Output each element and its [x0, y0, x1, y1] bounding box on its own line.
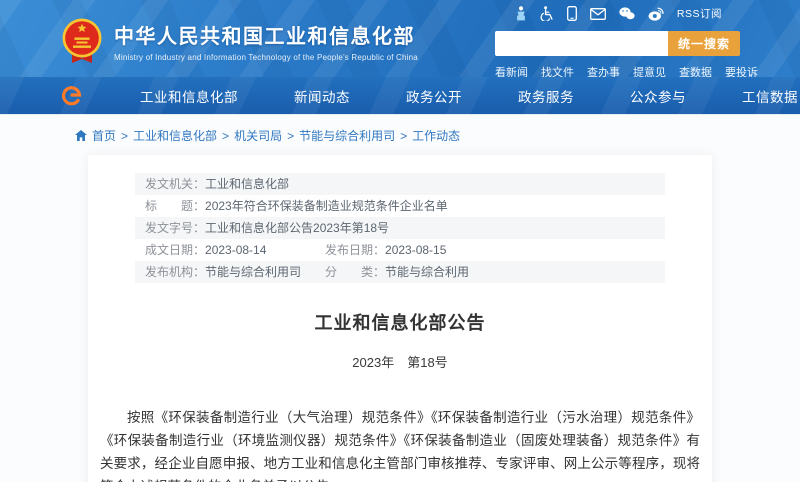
nav-items: 工业和信息化部 新闻动态 政务公开 政务服务 公众参与 工信数据 专题专栏: [112, 86, 800, 106]
meta-value: 工业和信息化部: [205, 173, 289, 195]
breadcrumb-work-updates[interactable]: 工作动态: [412, 127, 460, 144]
meta-value: 2023-08-15: [385, 239, 446, 261]
meta-label: 分 类：: [325, 261, 385, 283]
page: RSS订阅 中华人民共和国工业和信息化部 Ministry of Industr…: [0, 0, 800, 482]
search-button[interactable]: 统一搜索: [668, 31, 740, 56]
breadcrumb-miit[interactable]: 工业和信息化部: [133, 127, 217, 144]
main-content: 首页 > 工业和信息化部 > 机关司局 > 节能与综合利用司 > 工作动态 发文…: [0, 115, 800, 482]
meta-value: 工业和信息化部公告2023年第18号: [205, 217, 389, 239]
quick-link-data[interactable]: 查数据: [679, 64, 712, 77]
nav-item-public-participation[interactable]: 公众参与: [602, 86, 714, 106]
meta-value: 节能与综合利用司: [205, 261, 301, 283]
document-card: 发文机关： 工业和信息化部 标 题： 2023年符合环保装备制造业规范条件企业名…: [88, 155, 712, 482]
search-row: 统一搜索: [495, 31, 740, 56]
article-issue-number: 2023年 第18号: [100, 352, 700, 371]
quick-link-news[interactable]: 看新闻: [495, 64, 528, 77]
meta-label: 标 题：: [145, 195, 205, 217]
quick-link-complaints[interactable]: 要投诉: [725, 64, 758, 77]
meta-row-publisher-category: 发布机构： 节能与综合利用司 分 类： 节能与综合利用: [135, 261, 665, 283]
wheelchair-icon[interactable]: [540, 6, 554, 21]
meta-label: 成文日期：: [145, 239, 205, 261]
mail-icon[interactable]: [590, 8, 606, 20]
quick-link-opinions[interactable]: 提意见: [633, 64, 666, 77]
article-paragraph: 按照《环保装备制造行业（大气治理）规范条件》《环保装备制造行业（污水治理）规范条…: [100, 406, 700, 482]
nav-item-ict-data[interactable]: 工信数据: [714, 86, 800, 106]
breadcrumb-separator: >: [287, 129, 294, 143]
breadcrumb-separator: >: [222, 129, 229, 143]
brand: 中华人民共和国工业和信息化部 Ministry of Industry and …: [60, 17, 418, 65]
breadcrumb-separator: >: [400, 129, 407, 143]
site-header: RSS订阅 中华人民共和国工业和信息化部 Ministry of Industr…: [0, 0, 800, 77]
main-nav: 工业和信息化部 新闻动态 政务公开 政务服务 公众参与 工信数据 专题专栏: [0, 77, 800, 115]
brand-text: 中华人民共和国工业和信息化部 Ministry of Industry and …: [114, 20, 418, 62]
meta-label: 发布日期：: [325, 239, 385, 261]
nav-item-news[interactable]: 新闻动态: [266, 86, 378, 106]
meta-row-doc-number: 发文字号： 工业和信息化部公告2023年第18号: [135, 217, 665, 239]
meta-label: 发布机构：: [145, 261, 205, 283]
quick-link-documents[interactable]: 找文件: [541, 64, 574, 77]
meta-row-title: 标 题： 2023年符合环保装备制造业规范条件企业名单: [135, 195, 665, 217]
site-subtitle: Ministry of Industry and Information Tec…: [114, 53, 418, 62]
accessibility-person-icon[interactable]: [515, 6, 527, 21]
weibo-icon[interactable]: [648, 7, 664, 21]
meta-value: 2023年符合环保装备制造业规范条件企业名单: [205, 195, 448, 217]
nav-item-gov-services[interactable]: 政务服务: [490, 86, 602, 106]
meta-row-dates: 成文日期： 2023-08-14 发布日期： 2023-08-15: [135, 239, 665, 261]
site-title: 中华人民共和国工业和信息化部: [114, 20, 418, 49]
article-body: 按照《环保装备制造行业（大气治理）规范条件》《环保装备制造行业（污水治理）规范条…: [100, 406, 700, 482]
rss-subscribe-link[interactable]: RSS订阅: [677, 6, 722, 21]
article-title: 工业和信息化部公告: [100, 309, 700, 335]
search-input[interactable]: [495, 31, 668, 56]
meta-value: 节能与综合利用: [385, 261, 469, 283]
breadcrumb-departments[interactable]: 机关司局: [234, 127, 282, 144]
mobile-icon[interactable]: [567, 6, 577, 21]
meta-row-issuing-authority: 发文机关： 工业和信息化部: [135, 173, 665, 195]
meta-label: 发文机关：: [145, 173, 205, 195]
breadcrumb-separator: >: [121, 129, 128, 143]
meta-label: 发文字号：: [145, 217, 205, 239]
national-emblem-logo: [60, 17, 104, 65]
breadcrumb: 首页 > 工业和信息化部 > 机关司局 > 节能与综合利用司 > 工作动态: [0, 115, 800, 144]
doc-meta-table: 发文机关： 工业和信息化部 标 题： 2023年符合环保装备制造业规范条件企业名…: [135, 173, 665, 283]
meta-value: 2023-08-14: [205, 239, 266, 261]
breadcrumb-energy-conservation-dept[interactable]: 节能与综合利用司: [299, 127, 395, 144]
quick-link-services[interactable]: 查办事: [587, 64, 620, 77]
search-area: 统一搜索 看新闻 找文件 查办事 提意见 查数据 要投诉: [495, 31, 740, 77]
breadcrumb-home[interactable]: 首页: [92, 127, 116, 144]
wechat-icon[interactable]: [619, 7, 635, 20]
home-icon[interactable]: [75, 130, 87, 141]
search-quick-links: 看新闻 找文件 查办事 提意见 查数据 要投诉: [495, 64, 740, 77]
nav-item-gov-open[interactable]: 政务公开: [378, 86, 490, 106]
miit-logo-icon: [62, 86, 82, 106]
nav-item-miit[interactable]: 工业和信息化部: [112, 86, 266, 106]
utility-bar: RSS订阅: [515, 6, 722, 21]
